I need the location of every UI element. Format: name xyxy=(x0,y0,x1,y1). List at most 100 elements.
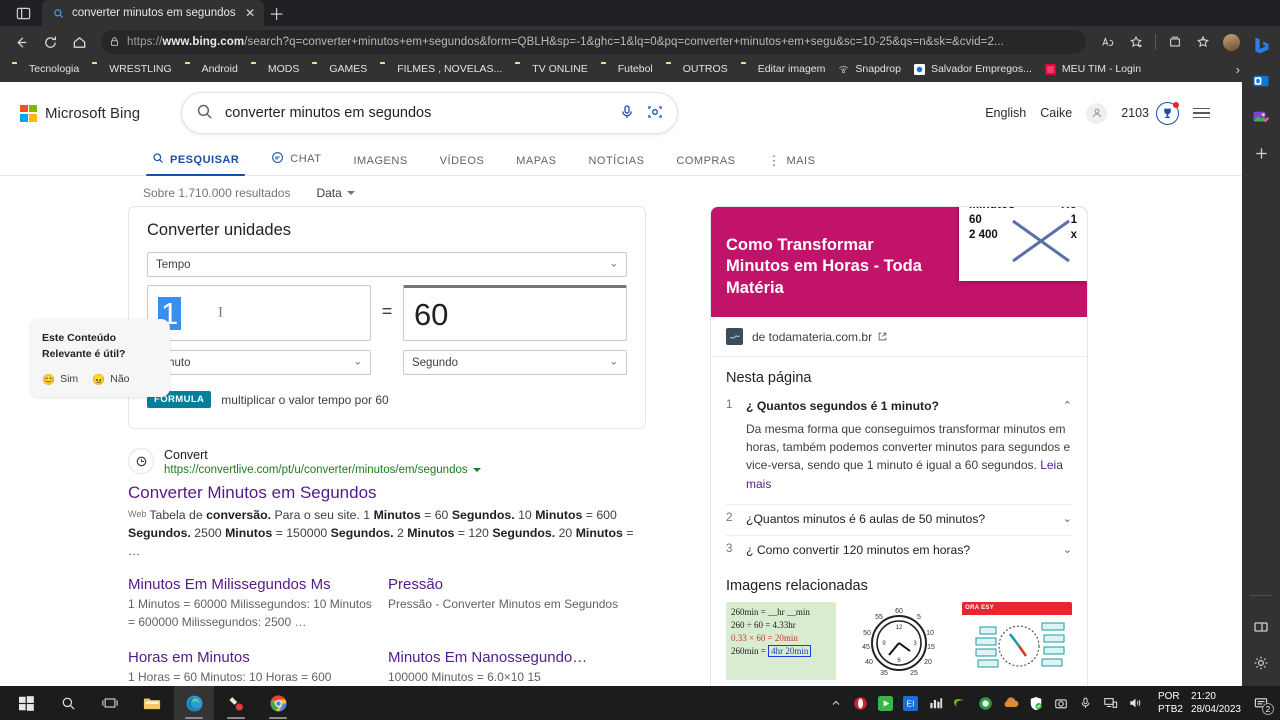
image-editor-icon[interactable] xyxy=(1248,104,1274,130)
favorites-icon[interactable] xyxy=(1190,29,1216,55)
tab-imagens[interactable]: IMAGENS xyxy=(337,155,423,175)
edge-icon[interactable] xyxy=(174,686,214,720)
reload-icon[interactable] xyxy=(37,29,63,55)
bookmark-item[interactable]: GAMES xyxy=(306,61,373,77)
bookmark-item[interactable]: OUTROS xyxy=(660,61,734,77)
visual-search-icon[interactable] xyxy=(647,104,663,123)
address-bar[interactable]: https://www.bing.com/search?q=converter+… xyxy=(101,30,1086,54)
bookmark-item[interactable]: Tecnologia xyxy=(6,61,85,77)
bing-logo[interactable]: Microsoft Bing xyxy=(20,104,170,122)
converter-to-unit-select[interactable]: Segundo ⌄ xyxy=(402,350,627,375)
paint-icon[interactable] xyxy=(216,686,256,720)
tab-mais[interactable]: ⋮ MAIS xyxy=(752,154,832,175)
tab-chat[interactable]: CHAT xyxy=(255,151,337,175)
converter-from-input[interactable]: 1 I xyxy=(147,285,372,341)
language-link[interactable]: English xyxy=(985,106,1026,120)
bookmark-item[interactable]: Android xyxy=(179,61,244,77)
new-tab-button[interactable]: ＋ xyxy=(264,0,290,26)
chevron-up-icon[interactable]: ⌃ xyxy=(1056,399,1072,412)
bookmarks-overflow-icon[interactable]: › xyxy=(1236,62,1240,77)
converter-category-select[interactable]: Tempo ⌄ xyxy=(147,252,627,277)
cloud-icon[interactable] xyxy=(1003,695,1019,711)
security-shield-icon[interactable] xyxy=(1028,695,1044,711)
date-filter[interactable]: Data xyxy=(316,186,355,200)
faq-item[interactable]: 3 ¿ Como convertir 120 minutos em horas?… xyxy=(726,536,1072,566)
bookmark-item[interactable]: FILMES , NOVELAS... xyxy=(374,61,508,77)
file-explorer-icon[interactable] xyxy=(132,686,172,720)
microphone-icon[interactable] xyxy=(619,104,635,123)
bookmark-item[interactable]: Futebol xyxy=(595,61,659,77)
chevron-down-icon[interactable]: ⌄ xyxy=(1056,512,1072,525)
search-input[interactable]: converter minutos em segundos xyxy=(181,92,678,134)
faq-question-row[interactable]: 3 ¿ Como convertir 120 minutos em horas?… xyxy=(726,543,1072,557)
add-favorite-icon[interactable] xyxy=(1123,29,1149,55)
add-icon[interactable] xyxy=(1248,140,1274,166)
tab-pesquisar[interactable]: PESQUISAR xyxy=(136,152,255,176)
analog-clock-diagram-image[interactable]: 60 55 5 50 10 45 15 40 20 35 25 12 3 6 9 xyxy=(844,601,955,680)
result-title-link[interactable]: Converter Minutos em Segundos xyxy=(128,483,648,503)
opera-icon[interactable] xyxy=(853,695,869,711)
tab-mapas[interactable]: MAPAS xyxy=(500,155,572,175)
back-icon[interactable] xyxy=(8,29,34,55)
app-icon[interactable]: EI xyxy=(903,695,919,711)
camera-icon[interactable] xyxy=(1053,695,1069,711)
bing-chat-icon[interactable] xyxy=(1248,32,1274,58)
split-screen-icon[interactable] xyxy=(1248,614,1274,640)
close-icon[interactable]: ✕ xyxy=(243,6,258,21)
feedback-yes-button[interactable]: 😊 Sim xyxy=(42,373,78,386)
tab-videos[interactable]: VÍDEOS xyxy=(424,155,501,175)
bookmark-item[interactable]: MEU TIM - Login xyxy=(1039,61,1147,77)
bookmark-item[interactable]: Snapdrop xyxy=(832,61,907,77)
chevron-down-icon[interactable] xyxy=(472,467,481,472)
home-icon[interactable] xyxy=(66,29,92,55)
bookmark-item[interactable]: Editar imagem xyxy=(735,61,832,77)
microphone-icon[interactable] xyxy=(1078,695,1094,711)
settings-gear-icon[interactable] xyxy=(1248,650,1274,676)
faq-item[interactable]: 1 ¿ Quantos segundos é 1 minuto? ⌃ Da me… xyxy=(726,392,1072,505)
notification-center-icon[interactable]: 2 xyxy=(1250,692,1274,715)
deep-link[interactable]: Horas em Minutos 1 Horas = 60 Minutos: 10… xyxy=(128,649,388,686)
result-header[interactable]: Convert https://convertlive.com/pt/u/con… xyxy=(128,447,648,476)
tab-compras[interactable]: COMPRAS xyxy=(660,155,751,175)
outlook-icon[interactable] xyxy=(1248,68,1274,94)
chevron-down-icon[interactable]: ⌄ xyxy=(1056,543,1072,556)
tab-actions-icon[interactable] xyxy=(6,0,40,26)
menu-icon[interactable] xyxy=(1193,107,1210,119)
volume-app-icon[interactable] xyxy=(978,695,994,711)
bookmark-item[interactable]: TV ONLINE xyxy=(509,61,593,77)
faq-item[interactable]: 2 ¿Quantos minutos é 6 aulas de 50 minut… xyxy=(726,505,1072,536)
player-icon[interactable] xyxy=(878,695,894,711)
avatar[interactable] xyxy=(1218,29,1244,55)
chart-icon[interactable] xyxy=(928,695,944,711)
deep-link[interactable]: Minutos Em Milissegundos Ms 1 Minutos = 6… xyxy=(128,576,388,631)
tray-chevron-up-icon[interactable] xyxy=(828,695,844,711)
avatar[interactable] xyxy=(1086,102,1108,124)
faq-question-row[interactable]: 1 ¿ Quantos segundos é 1 minuto? ⌃ xyxy=(726,399,1072,413)
browser-tab[interactable]: converter minutos em segundos ✕ xyxy=(42,0,264,26)
converter-from-unit-select[interactable]: Minuto ⌄ xyxy=(147,350,372,375)
chrome-icon[interactable] xyxy=(258,686,298,720)
taskbar-clock[interactable]: POR 21:20 PTB2 28/04/2023 xyxy=(1153,690,1241,717)
hora-esy-clock-chart-image[interactable]: ORA ESY xyxy=(962,601,1072,680)
deep-link[interactable]: Minutos Em Nanossegundo… 100000 Minutos =… xyxy=(388,649,648,686)
read-aloud-icon[interactable] xyxy=(1095,29,1121,55)
task-view-icon[interactable] xyxy=(90,686,130,720)
user-name-link[interactable]: Caike xyxy=(1040,106,1072,120)
feedback-no-button[interactable]: 😠 Não xyxy=(92,373,129,386)
start-icon[interactable] xyxy=(6,686,46,720)
handwritten-conversion-note-image[interactable]: 260min = __hr __min 260 ÷ 60 = 4.33hr 0.… xyxy=(726,601,837,680)
bookmark-item[interactable]: MODS xyxy=(245,61,306,77)
nvidia-icon[interactable] xyxy=(953,695,969,711)
knowledge-panel-hero[interactable]: Como Transformar Minutos em Horas - Toda… xyxy=(711,206,1087,317)
collections-icon[interactable] xyxy=(1162,29,1188,55)
faq-question-row[interactable]: 2 ¿Quantos minutos é 6 aulas de 50 minut… xyxy=(726,512,1072,526)
knowledge-panel-source[interactable]: de todamateria.com.br xyxy=(711,317,1087,357)
search-icon[interactable] xyxy=(48,686,88,720)
deep-link[interactable]: Pressão Pressão - Converter Minutos em Se… xyxy=(388,576,648,631)
bookmark-item[interactable]: WRESTLING xyxy=(86,61,177,77)
bookmark-item[interactable]: Salvador Empregos... xyxy=(908,61,1038,77)
converter-to-output[interactable]: 60 xyxy=(402,285,627,341)
network-icon[interactable] xyxy=(1103,695,1119,711)
rewards-widget[interactable]: 2103 xyxy=(1121,101,1179,125)
volume-icon[interactable] xyxy=(1128,695,1144,711)
